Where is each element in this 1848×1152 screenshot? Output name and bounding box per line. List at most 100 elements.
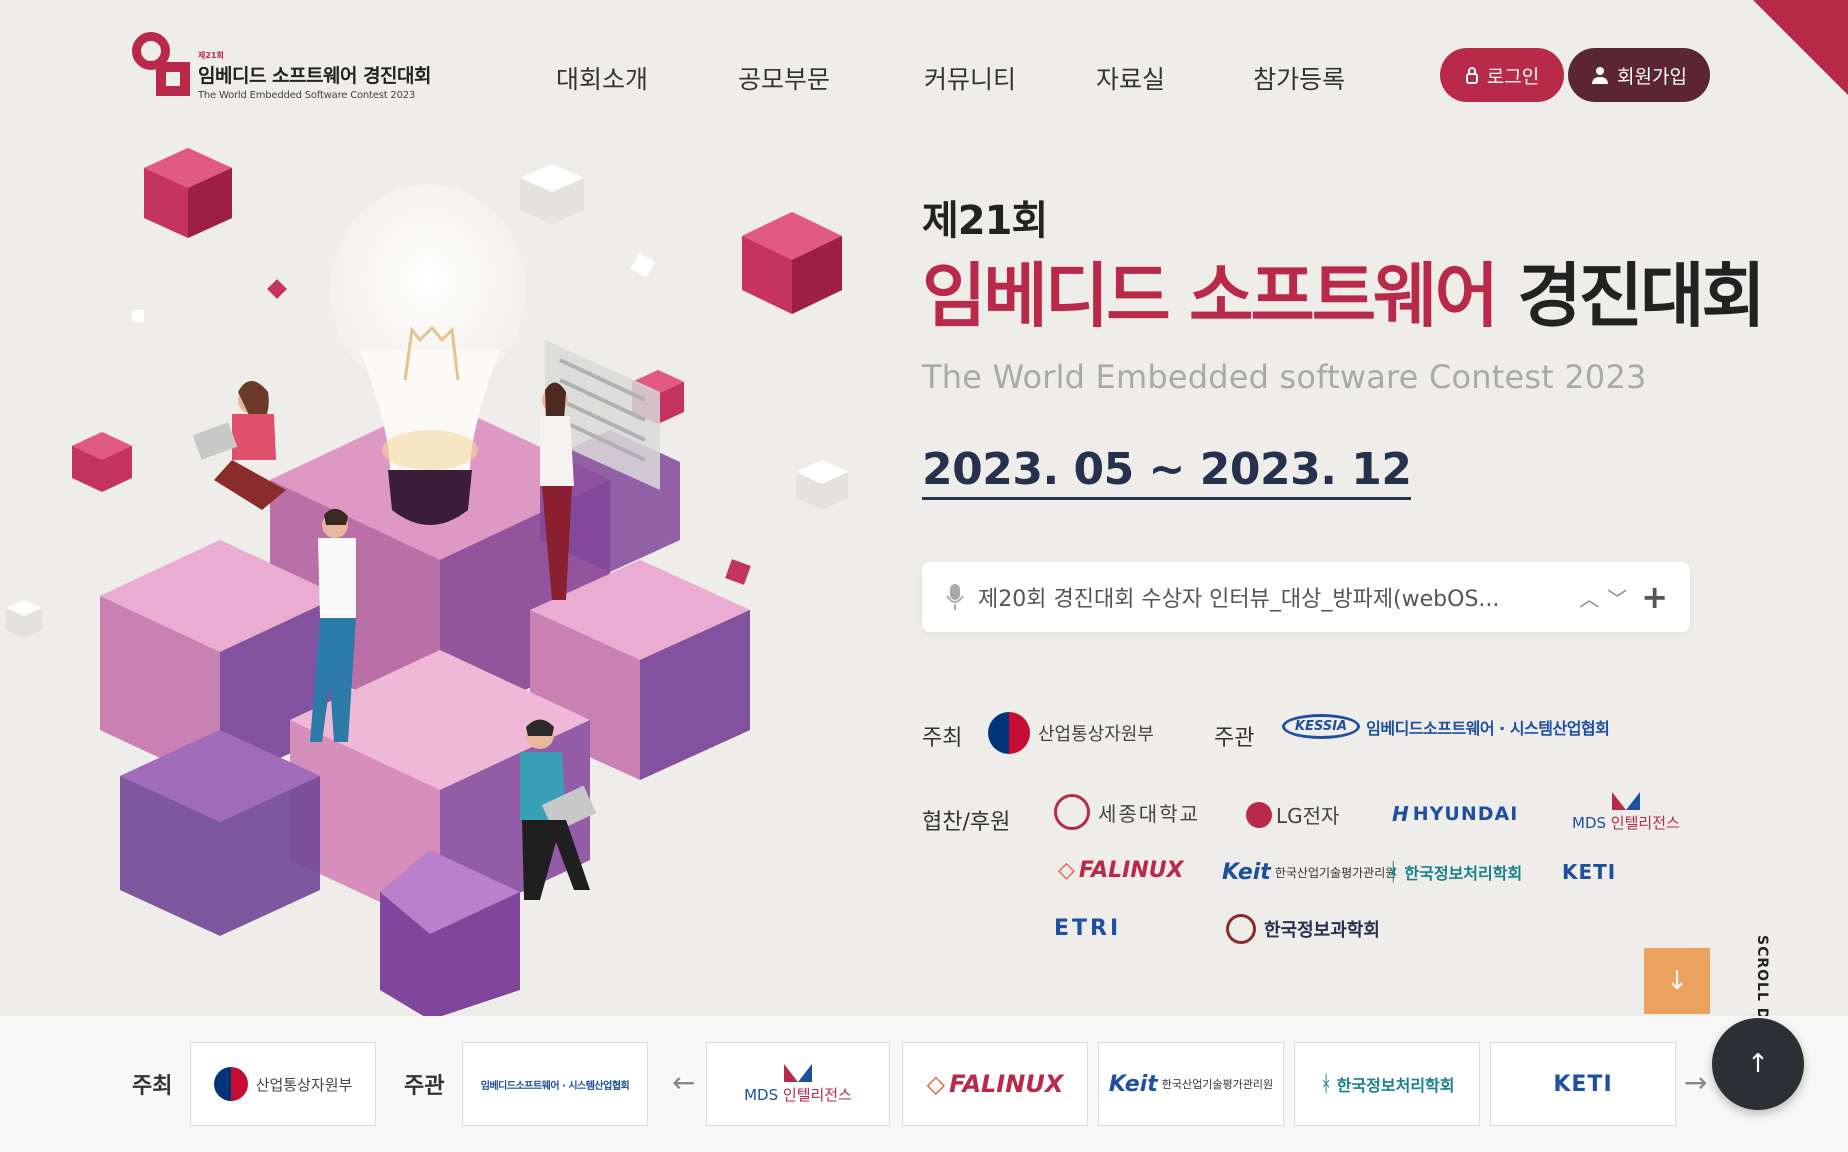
- hyundai-name: HYUNDAI: [1412, 803, 1519, 825]
- footer-kips-name: 한국정보처리학회: [1336, 1076, 1455, 1095]
- mds-logo-icon: [1611, 792, 1640, 810]
- footer-keit-name: 한국산업기술평가관리원: [1161, 1078, 1274, 1091]
- kips-figure-icon: ᚼ: [1319, 1071, 1333, 1097]
- login-label: 로그인: [1486, 65, 1540, 88]
- keti-abbr: KETI: [1562, 860, 1617, 884]
- footer-host-name: 산업통상자원부: [255, 1075, 353, 1094]
- footer-host-label: 주최: [132, 1074, 173, 1099]
- carousel-prev-arrow-icon[interactable]: ←: [672, 1066, 695, 1099]
- site-header: 제21회 임베디드 소프트웨어 경진대회 The World Embedded …: [0, 0, 1848, 150]
- sponsor-logo-falinux[interactable]: ◇ FALINUX: [1058, 858, 1184, 883]
- logo-title-dark: 경진대회: [363, 65, 431, 87]
- footer-logo-motie[interactable]: 산업통상자원부: [190, 1042, 376, 1126]
- hero-title-red: 임베디드 소프트웨어: [922, 255, 1499, 337]
- sponsor-logo-lg[interactable]: LG전자: [1246, 800, 1339, 829]
- sponsor-label: 협찬/후원: [922, 810, 1011, 835]
- etri-name: ETRI: [1054, 916, 1122, 941]
- organizer-label: 주관: [1214, 726, 1255, 751]
- host-logo-motie[interactable]: 산업통상자원부: [988, 712, 1154, 754]
- signup-button[interactable]: 회원가입: [1568, 48, 1710, 102]
- falinux-name: FALINUX: [1078, 858, 1184, 883]
- lg-logo-icon: [1246, 801, 1272, 828]
- nav-community[interactable]: 커뮤니티: [924, 60, 1016, 96]
- footer-logo-mds[interactable]: MDS 인텔리전스: [706, 1042, 890, 1126]
- keit-name: 한국산업기술평가관리원: [1274, 866, 1397, 880]
- footer-kessia-name: 임베디드소프트웨어 · 시스템산업협회: [480, 1080, 630, 1092]
- sponsor-logo-etri[interactable]: ETRI: [1054, 916, 1127, 941]
- footer-logo-falinux[interactable]: ◇ FALINUX: [902, 1042, 1088, 1126]
- user-icon: [1592, 67, 1609, 84]
- nav-categories[interactable]: 공모부문: [738, 60, 830, 96]
- footer-keti-abbr: KETI: [1553, 1071, 1613, 1097]
- hero-date: 2023. 05 ~ 2023. 12: [922, 444, 1412, 500]
- footer-logo-keit[interactable]: Keit 한국산업기술평가관리원: [1098, 1042, 1284, 1126]
- mds-logo-icon: [784, 1063, 812, 1082]
- plus-icon[interactable]: +: [1641, 578, 1668, 616]
- news-ticker: 제20회 경진대회 수상자 인터뷰_대상_방파제(webOS... ︿ ﹀ +: [922, 562, 1690, 632]
- logo-title-red: 임베디드 소프트웨어: [198, 65, 357, 87]
- taeguk-icon: [988, 712, 1030, 754]
- hyundai-h-icon: H: [1392, 802, 1409, 826]
- red-cube: [144, 148, 232, 238]
- mds-name-b: 인텔리전스: [1610, 814, 1680, 832]
- organizer-logo-kessia[interactable]: KESSIA 임베디드소프트웨어 · 시스템산업협회: [1282, 714, 1610, 739]
- nav-register[interactable]: 참가등록: [1253, 60, 1345, 96]
- red-cube: [742, 212, 842, 314]
- login-button[interactable]: 로그인: [1440, 48, 1564, 102]
- footer-organizer-label: 주관: [404, 1074, 445, 1099]
- kips-figure-icon: ᚼ: [1386, 858, 1401, 886]
- footer-mds-b: 인텔리전스: [782, 1085, 852, 1104]
- scroll-down-button[interactable]: ↓: [1644, 948, 1710, 1014]
- host-label: 주최: [922, 726, 963, 751]
- arrow-up-icon: ↑: [1747, 1049, 1769, 1079]
- kessia-name: 임베디드소프트웨어 · 시스템산업협회: [1366, 718, 1610, 738]
- site-logo[interactable]: 제21회 임베디드 소프트웨어 경진대회 The World Embedded …: [132, 32, 431, 101]
- logo-subtitle: The World Embedded Software Contest 2023: [198, 90, 416, 101]
- footer-logo-kips[interactable]: ᚼ 한국정보처리학회: [1294, 1042, 1480, 1126]
- nav-resources[interactable]: 자료실: [1096, 60, 1165, 96]
- falinux-diamond-icon: ◇: [1058, 858, 1075, 883]
- carousel-next-arrow-icon[interactable]: →: [1684, 1066, 1707, 1099]
- falinux-diamond-icon: ◇: [926, 1070, 946, 1098]
- hero-title: 임베디드 소프트웨어 경진대회: [922, 240, 1766, 341]
- white-cube: [520, 164, 584, 224]
- footer-keit-abbr: Keit: [1108, 1071, 1158, 1097]
- kessia-abbr: KESSIA: [1282, 714, 1361, 739]
- signup-label: 회원가입: [1617, 65, 1687, 88]
- footer-falinux-name: FALINUX: [949, 1070, 1064, 1098]
- nav-about[interactable]: 대회소개: [556, 60, 648, 96]
- sejong-emblem-icon: [1054, 794, 1090, 830]
- sponsor-logo-kips[interactable]: ᚼ 한국정보처리학회: [1386, 858, 1522, 886]
- sponsor-logo-keit[interactable]: Keit 한국산업기술평가관리원: [1222, 860, 1396, 885]
- sponsor-logo-mds[interactable]: MDS 인텔리전스: [1572, 792, 1680, 833]
- kiise-name: 한국정보과학회: [1264, 920, 1380, 941]
- keit-abbr: Keit: [1222, 860, 1271, 885]
- logo-mark-icon: [132, 32, 192, 96]
- hero-subtitle: The World Embedded software Contest 2023: [922, 358, 1647, 396]
- main-nav: 대회소개 공모부문 커뮤니티 자료실 참가등록: [556, 60, 1345, 96]
- lg-name: LG전자: [1276, 804, 1340, 828]
- chevron-down-icon[interactable]: ﹀: [1607, 583, 1627, 612]
- logo-edition: 제21회: [198, 51, 224, 60]
- back-to-top-button[interactable]: ↑: [1712, 1018, 1804, 1110]
- white-cube: [6, 600, 42, 638]
- news-headline[interactable]: 제20회 경진대회 수상자 인터뷰_대상_방파제(webOS...: [978, 581, 1579, 613]
- person-woman-laptop: [192, 381, 286, 510]
- kiise-emblem-icon: [1226, 914, 1256, 944]
- hero-edition: 제21회: [922, 198, 1048, 244]
- footer-logo-keti[interactable]: KETI: [1490, 1042, 1676, 1126]
- hero-illustration: [6, 148, 848, 1020]
- mds-name-a: MDS: [1572, 814, 1607, 832]
- chevron-up-icon[interactable]: ︿: [1579, 583, 1599, 612]
- sponsor-logo-kiise[interactable]: 한국정보과학회: [1226, 914, 1380, 944]
- kips-name: 한국정보처리학회: [1404, 864, 1523, 883]
- footer-logo-kessia[interactable]: 임베디드소프트웨어 · 시스템산업협회: [462, 1042, 648, 1126]
- taeguk-icon: [213, 1067, 248, 1101]
- hero-title-dark: 경진대회: [1517, 255, 1766, 337]
- mic-icon: [946, 584, 964, 610]
- sponsor-logo-hyundai[interactable]: H HYUNDAI: [1392, 802, 1518, 826]
- arrow-down-icon: ↓: [1666, 966, 1688, 996]
- white-cube: [796, 460, 848, 510]
- sponsor-logo-sejong[interactable]: 세종대학교: [1054, 794, 1200, 830]
- sponsor-logo-keti[interactable]: KETI: [1562, 860, 1616, 884]
